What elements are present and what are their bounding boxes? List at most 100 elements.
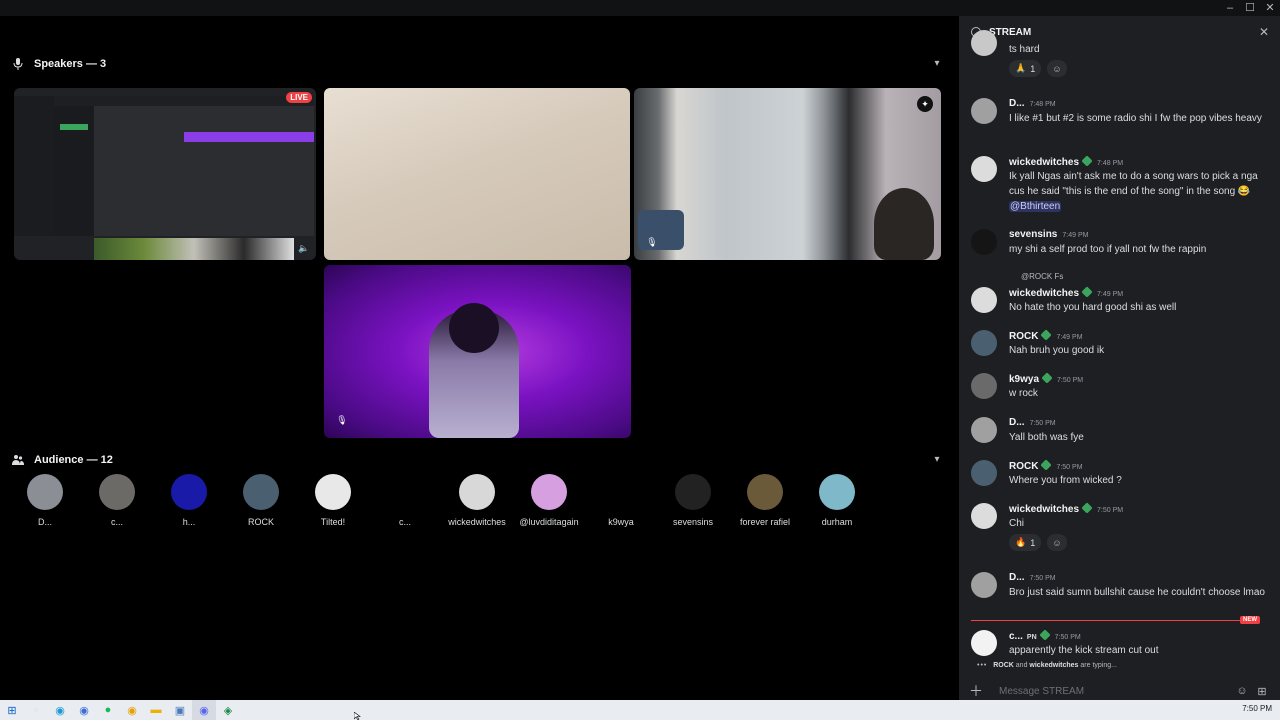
avatar [315,474,351,510]
message-author[interactable]: D... 7:50 PM [1009,572,1056,583]
audience-member[interactable]: Tilted! [297,474,369,527]
speaker-tile-camera-4[interactable]: 🎙 [324,265,631,438]
message-author[interactable]: k9wya 7:50 PM [1009,372,1083,385]
avatar[interactable] [971,460,997,486]
close-icon[interactable]: ✕ [1256,24,1272,40]
app-icon[interactable]: ▣ [168,700,192,720]
plus-icon[interactable]: ＋ [967,681,985,701]
audience-member[interactable]: c... [369,474,441,527]
message-author[interactable]: wickedwitches 7:48 PM [1009,155,1123,168]
message-timestamp: 7:50 PM [1054,634,1081,641]
reaction-pray[interactable]: 🙏 1 [1009,60,1042,77]
muted-mic-icon: 🎙 [646,236,658,247]
edge-icon[interactable]: ◉ [48,700,72,720]
audience-member[interactable]: D... [9,474,81,527]
message-timestamp: 7:50 PM [1029,575,1056,582]
audience-member[interactable]: ROCK [225,474,297,527]
avatar[interactable] [971,98,997,124]
author-name[interactable]: sevensins [1009,229,1057,240]
search-icon[interactable]: ⌕ [24,700,48,720]
message-text: Yall both was fye [1009,430,1269,445]
stage-area: Speakers — 3 ▾ LIVE 🔈 ✦ 🎙 🎙 Audience — 1… [0,16,955,700]
message-author[interactable]: D... 7:50 PM [1009,417,1056,428]
avatar[interactable] [971,503,997,529]
browser-icon[interactable]: ◉ [72,700,96,720]
maximize-button[interactable]: ☐ [1240,0,1260,16]
pin-icon[interactable]: ✦ [917,96,933,112]
message-author[interactable]: D... 7:48 PM [1009,98,1056,109]
message-body: No hate tho you hard good shi as well [1009,302,1177,313]
reply-reference[interactable]: @ROCK Fs [1021,272,1063,281]
audience-member-name: D... [37,517,52,527]
role-badge-icon [1040,459,1053,471]
audience-member-name: durham [821,517,853,527]
audience-title: Audience — 12 [34,454,113,466]
add-reaction-icon[interactable]: ☺ [1047,60,1067,77]
message-author[interactable]: ROCK 7:49 PM [1009,329,1083,342]
apps-icon[interactable]: ⊞ [1252,685,1272,698]
avatar[interactable] [971,330,997,356]
audience-collapse-chevron-icon[interactable]: ▾ [931,454,943,466]
audience-member[interactable]: c... [81,474,153,527]
audience-member[interactable]: h... [153,474,225,527]
author-name[interactable]: wickedwitches [1009,157,1079,168]
message-author[interactable]: c... PN 7:50 PM [1009,629,1081,642]
message-author[interactable]: ROCK 7:50 PM [1009,459,1083,472]
audience-member[interactable]: durham [801,474,873,527]
message-body: Where you from wicked ? [1009,475,1122,486]
windows-start-icon[interactable]: ⊞ [0,700,24,720]
chrome-icon[interactable]: ◉ [120,700,144,720]
discord-icon[interactable]: ◉ [192,700,216,720]
users-icon [12,454,24,466]
author-name[interactable]: wickedwitches [1009,504,1079,515]
avatar[interactable] [971,229,997,255]
author-name[interactable]: D... [1009,417,1025,428]
typing-indicator: ••• ROCK and wickedwitches are typing... [977,662,1117,669]
author-name[interactable]: c... [1009,631,1023,642]
audience-member-name: k9wya [608,517,634,527]
speakers-collapse-chevron-icon[interactable]: ▾ [931,58,943,70]
avatar[interactable] [971,630,997,656]
message-body: Ik yall Ngas ain't ask me to do a song w… [1009,171,1258,197]
audience-member[interactable]: wickedwitches [441,474,513,527]
author-name[interactable]: ROCK [1009,461,1038,472]
spotify-icon[interactable]: ● [96,700,120,720]
avatar[interactable] [971,572,997,598]
author-name[interactable]: k9wya [1009,374,1039,385]
audience-member[interactable]: k9wya [585,474,657,527]
author-name[interactable]: wickedwitches [1009,288,1079,299]
taskbar: ⊞ ⌕ ◉ ◉ ● ◉ ▬ ▣ ◉ ◈ 7:50 PM [0,700,1280,720]
window-titlebar: – ☐ ✕ [0,0,1280,16]
avatar[interactable] [971,156,997,182]
avatar[interactable] [971,417,997,443]
avatar [387,474,423,510]
message-author[interactable]: wickedwitches 7:50 PM [1009,502,1123,515]
author-name[interactable]: D... [1009,572,1025,583]
add-reaction-icon[interactable]: ☺ [1047,534,1067,551]
reaction-fire[interactable]: 🔥 1 [1009,534,1042,551]
audience-member[interactable]: forever rafiel [729,474,801,527]
typing-dots: ••• [977,662,988,669]
audience-member-name: ROCK [247,517,274,527]
audience-member[interactable]: sevensins [657,474,729,527]
message-input[interactable] [985,685,1232,697]
message-author[interactable]: sevensins 7:49 PM [1009,229,1088,240]
message-author[interactable]: wickedwitches 7:49 PM [1009,286,1123,299]
audience-member[interactable]: @luvdiditagain [513,474,585,527]
app-icon-2[interactable]: ◈ [216,700,240,720]
author-name[interactable]: D... [1009,98,1025,109]
minimize-button[interactable]: – [1220,0,1240,16]
avatar[interactable] [971,373,997,399]
window-close-button[interactable]: ✕ [1260,0,1280,16]
speaker-tile-screenshare[interactable]: LIVE 🔈 [14,88,316,260]
emoji-icon[interactable]: ☺ [1232,685,1252,697]
speaker-tile-camera-3[interactable]: ✦ 🎙 [634,88,941,260]
file-explorer-icon[interactable]: ▬ [144,700,168,720]
author-name[interactable]: ROCK [1009,331,1038,342]
user-mention[interactable]: @Bthirteen [1009,201,1062,212]
speaker-tile-camera-2[interactable] [324,88,630,260]
message-text: Nah bruh you good ik [1009,343,1269,358]
message-text: w rock [1009,386,1269,401]
message-body: I like #1 but #2 is some radio shi I fw … [1009,113,1262,124]
avatar[interactable] [971,287,997,313]
